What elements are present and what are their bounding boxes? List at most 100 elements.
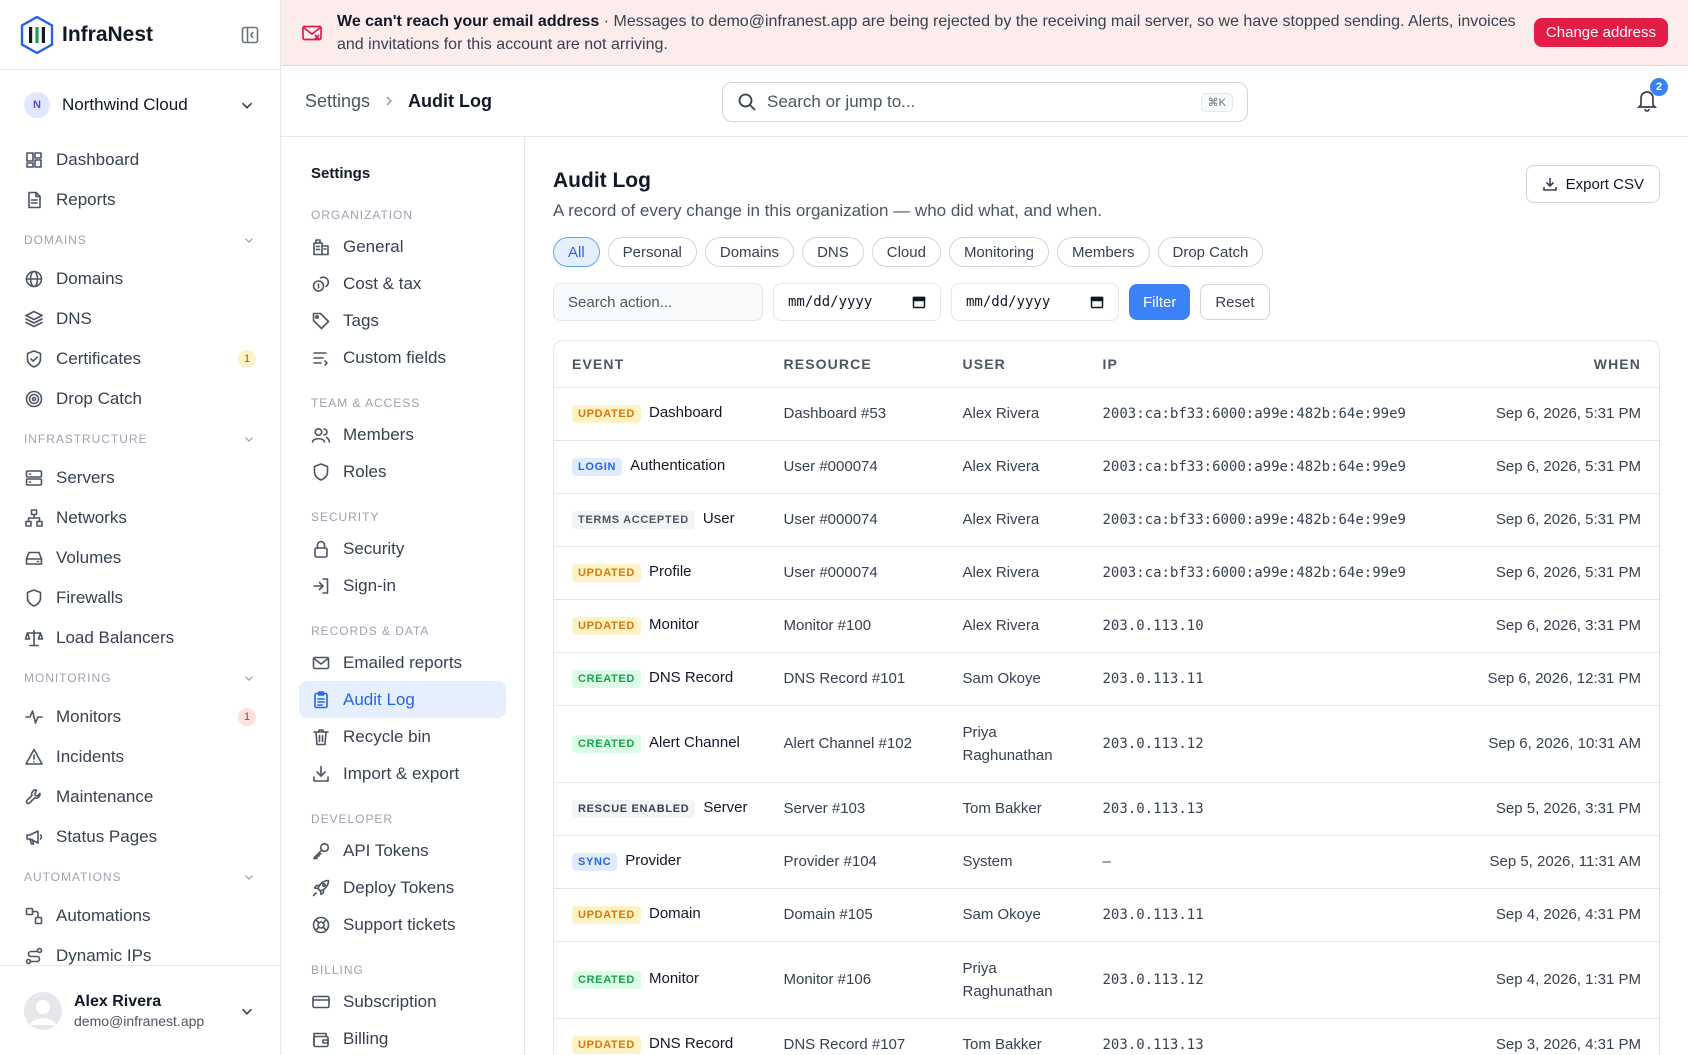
sidebar-item-networks[interactable]: Networks bbox=[0, 498, 280, 538]
subnav-item-support-tickets[interactable]: Support tickets bbox=[299, 906, 506, 943]
reset-button[interactable]: Reset bbox=[1200, 284, 1270, 320]
shield-icon bbox=[24, 588, 44, 608]
user-menu[interactable]: Alex Rivera demo@infranest.app bbox=[0, 965, 280, 1055]
subnav-item-deploy-tokens[interactable]: Deploy Tokens bbox=[299, 869, 506, 906]
sidebar-item-load-balancers[interactable]: Load Balancers bbox=[0, 618, 280, 658]
infranest-logo-icon[interactable] bbox=[20, 15, 54, 54]
export-csv-button[interactable]: Export CSV bbox=[1525, 165, 1660, 203]
global-search-input[interactable]: Search or jump to... ⌘K bbox=[722, 82, 1248, 122]
sidebar-item-reports[interactable]: Reports bbox=[0, 180, 280, 220]
subnav-item-custom-fields[interactable]: Custom fields bbox=[299, 339, 506, 376]
filter-chip-monitoring[interactable]: Monitoring bbox=[948, 237, 1049, 267]
sidebar-item-dashboard[interactable]: Dashboard bbox=[0, 140, 280, 180]
sidebar-section-monitoring[interactable]: MONITORING bbox=[0, 659, 280, 697]
subnav-item-tags[interactable]: Tags bbox=[299, 302, 506, 339]
date-to-input[interactable]: mm/dd/yyyy bbox=[951, 283, 1119, 321]
sidebar-section-domains[interactable]: DOMAINS bbox=[0, 221, 280, 259]
table-row[interactable]: RESCUE ENABLED Server Server #103 Tom Bak… bbox=[554, 782, 1659, 836]
subnav-item-audit-log[interactable]: Audit Log bbox=[299, 681, 506, 718]
rocket-icon bbox=[311, 878, 331, 898]
subnav-item-members[interactable]: Members bbox=[299, 416, 506, 453]
table-row[interactable]: CREATED DNS Record DNS Record #101 Sam Ok… bbox=[554, 652, 1659, 706]
table-header-row: EVENT RESOURCE USER IP WHEN bbox=[554, 341, 1659, 388]
change-address-button[interactable]: Change address bbox=[1533, 18, 1668, 47]
breadcrumb-settings[interactable]: Settings bbox=[305, 91, 370, 112]
table-row[interactable]: LOGIN Authentication User #000074 Alex Ri… bbox=[554, 440, 1659, 494]
calendar-icon[interactable] bbox=[1090, 295, 1104, 309]
resource-cell: User #000074 bbox=[765, 440, 945, 494]
table-row[interactable]: UPDATED Dashboard Dashboard #53 Alex Rive… bbox=[554, 387, 1659, 441]
sidebar-item-badge: 1 bbox=[238, 708, 256, 726]
sidebar-item-volumes[interactable]: Volumes bbox=[0, 538, 280, 578]
mail-icon bbox=[311, 653, 331, 673]
date-from-value: mm/dd/yyyy bbox=[788, 294, 873, 310]
filter-chip-personal[interactable]: Personal bbox=[607, 237, 697, 267]
subnav-item-roles[interactable]: Roles bbox=[299, 453, 506, 490]
sidebar-item-monitors[interactable]: Monitors 1 bbox=[0, 697, 280, 737]
org-switcher[interactable]: N Northwind Cloud bbox=[0, 70, 280, 140]
sidebar-item-domains[interactable]: Domains bbox=[0, 259, 280, 299]
subnav-item-cost-and-tax[interactable]: Cost & tax bbox=[299, 265, 506, 302]
column-header-resource[interactable]: RESOURCE bbox=[765, 341, 945, 388]
sidebar-item-maintenance[interactable]: Maintenance bbox=[0, 777, 280, 817]
table-row[interactable]: TERMS ACCEPTED User User #000074 Alex Riv… bbox=[554, 493, 1659, 547]
chevron-down-icon bbox=[242, 870, 256, 884]
column-header-event[interactable]: EVENT bbox=[554, 341, 766, 388]
subnav-item-api-tokens[interactable]: API Tokens bbox=[299, 832, 506, 869]
filter-chip-drop-catch[interactable]: Drop Catch bbox=[1157, 237, 1264, 267]
subnav-item-billing[interactable]: Billing bbox=[299, 1020, 506, 1055]
subnav-item-emailed-reports[interactable]: Emailed reports bbox=[299, 644, 506, 681]
table-row[interactable]: UPDATED Monitor Monitor #100 Alex Rivera … bbox=[554, 599, 1659, 653]
sidebar-item-incidents[interactable]: Incidents bbox=[0, 737, 280, 777]
table-row[interactable]: UPDATED Profile User #000074 Alex Rivera … bbox=[554, 546, 1659, 600]
filter-chip-cloud[interactable]: Cloud bbox=[871, 237, 941, 267]
sidebar-scroll[interactable]: N Northwind Cloud Dashboard Reports DOMA… bbox=[0, 70, 280, 965]
ip-cell: 2003:ca:bf33:6000:a99e:482b:64e:99e9 bbox=[1084, 440, 1454, 494]
calendar-icon[interactable] bbox=[912, 295, 926, 309]
subnav-item-import-and-export[interactable]: Import & export bbox=[299, 755, 506, 792]
action-search-input[interactable]: Search action... bbox=[553, 283, 763, 321]
bell-icon[interactable]: 2 bbox=[1636, 78, 1668, 112]
sidebar-item-dns[interactable]: DNS bbox=[0, 299, 280, 339]
subnav-section-security: SECURITY bbox=[311, 510, 380, 524]
table-row[interactable]: UPDATED Domain Domain #105 Sam Okoye 203.… bbox=[554, 888, 1659, 942]
filter-button[interactable]: Filter bbox=[1129, 284, 1191, 320]
sidebar-section-automations[interactable]: AUTOMATIONS bbox=[0, 858, 280, 896]
sidebar-item-servers[interactable]: Servers bbox=[0, 458, 280, 498]
user-cell: System bbox=[944, 835, 1085, 889]
sidebar-item-dynamic-ips[interactable]: Dynamic IPs bbox=[0, 936, 280, 965]
date-from-input[interactable]: mm/dd/yyyy bbox=[773, 283, 941, 321]
table-row[interactable]: UPDATED DNS Record DNS Record #107 Tom Ba… bbox=[554, 1018, 1659, 1055]
sidebar-item-certificates[interactable]: Certificates 1 bbox=[0, 339, 280, 379]
resource-cell: User #000074 bbox=[765, 546, 945, 600]
banner-message: We can't reach your email address · Mess… bbox=[337, 10, 1517, 56]
filter-chip-all[interactable]: All bbox=[553, 237, 600, 267]
table-row[interactable]: CREATED Monitor Monitor #106 Priya Raghun… bbox=[554, 941, 1659, 1019]
subnav-item-recycle-bin[interactable]: Recycle bin bbox=[299, 718, 506, 755]
filter-chip-domains[interactable]: Domains bbox=[704, 237, 795, 267]
sidebar-item-drop-catch[interactable]: Drop Catch bbox=[0, 379, 280, 419]
network-icon bbox=[24, 508, 44, 528]
subnav-item-sign-in[interactable]: Sign-in bbox=[299, 567, 506, 604]
table-row[interactable]: SYNC Provider Provider #104 System – Sep … bbox=[554, 835, 1659, 889]
subnav-section-records-and-data: RECORDS & DATA bbox=[311, 624, 430, 638]
column-header-when[interactable]: WHEN bbox=[1453, 341, 1659, 388]
sidebar-item-firewalls[interactable]: Firewalls bbox=[0, 578, 280, 618]
subnav-item-security[interactable]: Security bbox=[299, 530, 506, 567]
sidebar-item-status-pages[interactable]: Status Pages bbox=[0, 817, 280, 857]
filter-chip-dns[interactable]: DNS bbox=[802, 237, 864, 267]
column-header-ip[interactable]: IP bbox=[1084, 341, 1454, 388]
top-header: Settings Audit Log Search or jump to... … bbox=[281, 66, 1688, 137]
column-header-user[interactable]: USER bbox=[944, 341, 1085, 388]
subnav-item-subscription[interactable]: Subscription bbox=[299, 983, 506, 1020]
filter-chip-members[interactable]: Members bbox=[1056, 237, 1150, 267]
sidebar-section-infrastructure[interactable]: INFRASTRUCTURE bbox=[0, 420, 280, 458]
search-shortcut: ⌘K bbox=[1200, 92, 1233, 112]
user-cell: Sam Okoye bbox=[944, 652, 1085, 706]
subnav-item-general[interactable]: General bbox=[299, 228, 506, 265]
subnav-item-label: Sign-in bbox=[343, 575, 396, 595]
sidebar-collapse-icon[interactable] bbox=[240, 25, 260, 45]
sidebar-item-automations[interactable]: Automations bbox=[0, 896, 280, 936]
table-row[interactable]: CREATED Alert Channel Alert Channel #102 … bbox=[554, 705, 1659, 783]
event-type-badge: CREATED bbox=[572, 669, 641, 688]
